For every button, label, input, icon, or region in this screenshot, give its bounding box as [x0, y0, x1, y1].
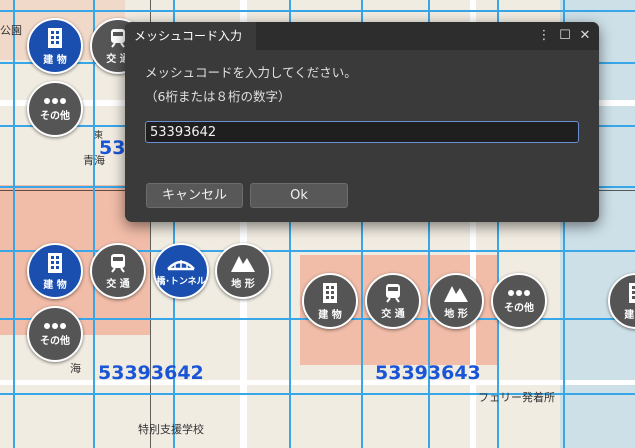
place-label: 特別支援学校 [138, 423, 204, 436]
close-icon[interactable]: ✕ [577, 28, 593, 44]
category-other-button[interactable]: その他 [27, 81, 83, 137]
category-transport-button[interactable]: 交 通 [90, 243, 146, 299]
train-icon [111, 254, 125, 273]
more-icon [508, 290, 530, 296]
dialog-titlebar[interactable]: メッシュコード入力 ⋮ ☐ ✕ [125, 22, 599, 50]
grid-line-h [0, 250, 635, 252]
category-label: 地 形 [231, 279, 255, 290]
more-icon [44, 323, 66, 329]
category-building-button[interactable]: 建 物 [27, 243, 83, 299]
more-icon [44, 98, 66, 104]
category-terrain-button[interactable]: 地 形 [215, 243, 271, 299]
grid-line-v [93, 0, 95, 448]
bridge-icon [167, 260, 195, 271]
menu-icon[interactable]: ⋮ [536, 28, 552, 44]
mesh-code-dialog: メッシュコード入力 ⋮ ☐ ✕ メッシュコードを入力してください。 （6桁または… [125, 22, 599, 222]
category-label: その他 [40, 111, 70, 122]
category-building-button[interactable]: 建 物 [27, 18, 83, 74]
category-building-button[interactable]: 建 物 [302, 273, 358, 329]
category-label: その他 [40, 336, 70, 347]
ok-button[interactable]: Ok [250, 183, 348, 208]
place-label: 青海 [83, 154, 105, 167]
category-terrain-button[interactable]: 地 形 [428, 273, 484, 329]
category-label: 建 物 [624, 310, 635, 321]
mesh-code-label: 53393643 [375, 362, 481, 384]
dialog-title: メッシュコード入力 [125, 22, 257, 50]
place-label: フェリー発着所 [478, 391, 555, 404]
category-bridge-tunnel-button[interactable]: 橋･トンネル [153, 243, 209, 299]
dialog-message: メッシュコードを入力してください。 [145, 65, 357, 80]
building-icon [323, 283, 337, 303]
grid-line-h [0, 10, 635, 12]
category-label: その他 [504, 303, 534, 314]
category-transport-button[interactable]: 交 通 [365, 273, 421, 329]
category-other-button[interactable]: その他 [27, 306, 83, 362]
category-label: 建 物 [43, 55, 67, 66]
maximize-icon[interactable]: ☐ [557, 28, 573, 44]
building-icon [629, 283, 635, 303]
dialog-hint: （6桁または８桁の数字） [145, 89, 291, 104]
place-label: 海 [70, 362, 81, 375]
building-icon [48, 253, 62, 273]
mesh-code-label: 53393642 [98, 362, 204, 384]
terrain-icon [444, 286, 468, 302]
category-label: 橋･トンネル [156, 277, 206, 287]
grid-line-v [13, 0, 15, 448]
category-label: 建 物 [43, 280, 67, 291]
terrain-icon [231, 256, 255, 272]
cancel-button[interactable]: キャンセル [146, 183, 243, 208]
mesh-code-input[interactable] [145, 121, 579, 143]
category-label: 交 通 [381, 309, 405, 320]
building-icon [48, 28, 62, 48]
map-road-3 [0, 380, 635, 385]
category-label: 建 物 [318, 310, 342, 321]
train-icon [386, 284, 400, 303]
place-label: 公園 [0, 24, 22, 37]
place-label: 東 [94, 131, 104, 141]
category-label: 交 通 [106, 279, 130, 290]
category-other-button[interactable]: その他 [491, 273, 547, 329]
category-label: 地 形 [444, 309, 468, 320]
